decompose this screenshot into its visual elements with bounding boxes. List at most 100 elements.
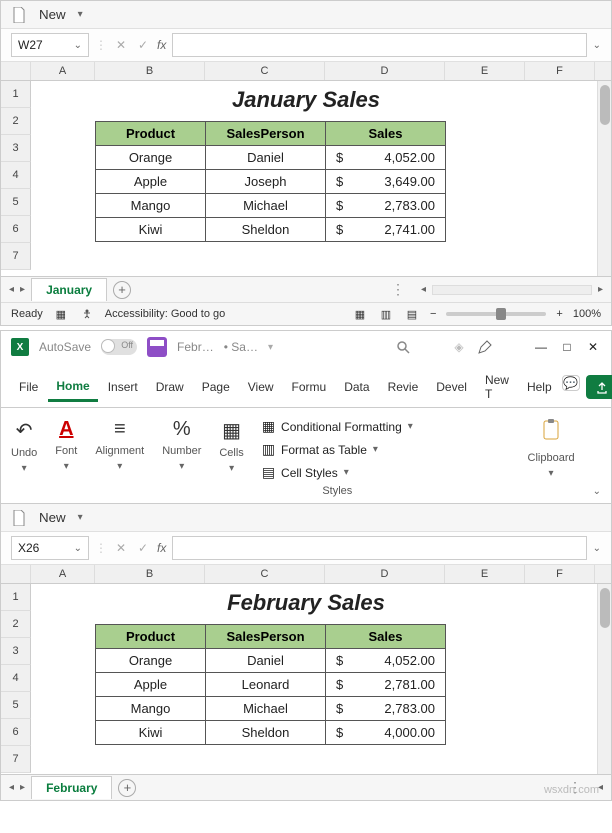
hscroll-left-icon[interactable]: ◂ (421, 284, 426, 295)
tab-nav-prev-icon[interactable]: ◂ (9, 782, 14, 793)
group-font[interactable]: A Font ▾ (55, 418, 77, 472)
macro-icon[interactable]: ▦ (53, 306, 69, 322)
formula-expand-icon[interactable]: ⌄ (593, 543, 601, 554)
tab-review[interactable]: Revie (380, 374, 427, 400)
row-5[interactable]: 5 (1, 692, 31, 719)
row-3[interactable]: 3 (1, 135, 31, 162)
share-button[interactable] (586, 375, 612, 399)
col-E[interactable]: E (445, 565, 525, 583)
table-row[interactable]: Kiwi Sheldon 4,000.00 (96, 721, 446, 745)
ribbon-collapse-icon[interactable]: ⌄ (593, 486, 601, 497)
zoom-in-icon[interactable]: + (556, 308, 562, 320)
chevron-down-icon[interactable]: ⌄ (74, 40, 82, 51)
cancel-icon[interactable]: ✕ (113, 37, 129, 53)
row-2[interactable]: 2 (1, 611, 31, 638)
page-break-icon[interactable]: ▤ (404, 306, 420, 322)
sheet-grid-2[interactable]: 1 2 3 4 5 6 7 February Sales Product Sal… (1, 584, 611, 774)
chevron-down-icon[interactable]: ▾ (408, 421, 413, 432)
new-sheet-button[interactable]: + (113, 281, 131, 299)
col-D[interactable]: D (325, 62, 445, 80)
group-number[interactable]: % Number ▾ (162, 418, 201, 472)
row-4[interactable]: 4 (1, 665, 31, 692)
vertical-scrollbar-2[interactable] (597, 584, 611, 774)
pen-icon[interactable] (477, 339, 493, 355)
chevron-down-icon[interactable]: ▾ (64, 461, 69, 472)
col-C[interactable]: C (205, 62, 325, 80)
tab-file[interactable]: File (11, 374, 46, 400)
formula-input[interactable] (172, 33, 586, 57)
row-1[interactable]: 1 (1, 584, 31, 611)
group-clipboard[interactable]: Clipboard ▾ (528, 418, 575, 479)
chevron-down-icon[interactable]: ⌄ (74, 543, 82, 554)
col-F[interactable]: F (525, 565, 595, 583)
cell-styles-button[interactable]: ▤ Cell Styles ▾ (262, 464, 413, 481)
maximize-icon[interactable]: □ (559, 339, 575, 355)
tab-developer[interactable]: Devel (428, 374, 475, 400)
name-box[interactable]: W27 ⌄ (11, 33, 89, 57)
col-D[interactable]: D (325, 565, 445, 583)
tab-draw[interactable]: Draw (148, 374, 192, 400)
group-undo[interactable]: ↶ Undo ▾ (11, 418, 37, 474)
table-row[interactable]: Orange Daniel 4,052.00 (96, 649, 446, 673)
fx-label[interactable]: fx (157, 38, 166, 52)
chevron-down-icon[interactable]: ▾ (229, 463, 234, 474)
table-row[interactable]: Orange Daniel 4,052.00 (96, 146, 446, 170)
number-icon[interactable]: % (173, 418, 191, 441)
confirm-icon[interactable]: ✓ (135, 540, 151, 556)
formula-expand-icon[interactable]: ⌄ (593, 40, 601, 51)
select-all-corner[interactable] (1, 62, 31, 80)
cancel-icon[interactable]: ✕ (113, 540, 129, 556)
tab-insert[interactable]: Insert (100, 374, 146, 400)
zoom-out-icon[interactable]: − (430, 308, 436, 320)
new-button[interactable]: New (33, 508, 72, 527)
tab-data[interactable]: Data (336, 374, 377, 400)
tab-new[interactable]: New T (477, 367, 517, 407)
table-row[interactable]: Mango Michael 2,783.00 (96, 697, 446, 721)
confirm-icon[interactable]: ✓ (135, 37, 151, 53)
col-B[interactable]: B (95, 62, 205, 80)
formula-input[interactable] (172, 536, 586, 560)
group-cells[interactable]: ▦ Cells ▾ (219, 418, 243, 474)
tab-help[interactable]: Help (519, 374, 560, 400)
accessibility-icon[interactable] (79, 306, 95, 322)
table-row[interactable]: Mango Michael 2,783.00 (96, 194, 446, 218)
fx-label[interactable]: fx (157, 541, 166, 555)
row-7[interactable]: 7 (1, 746, 31, 773)
chevron-down-icon[interactable]: ▾ (344, 467, 349, 478)
row-1[interactable]: 1 (1, 81, 31, 108)
tab-formulas[interactable]: Formu (284, 374, 335, 400)
row-5[interactable]: 5 (1, 189, 31, 216)
col-B[interactable]: B (95, 565, 205, 583)
horizontal-scrollbar[interactable] (432, 285, 592, 295)
group-alignment[interactable]: ≡ Alignment ▾ (95, 418, 144, 472)
row-4[interactable]: 4 (1, 162, 31, 189)
hscroll-right-icon[interactable]: ▸ (598, 284, 603, 295)
diamond-icon[interactable]: ◈ (451, 339, 467, 355)
alignment-icon[interactable]: ≡ (114, 418, 126, 441)
tab-home[interactable]: Home (48, 373, 97, 402)
row-2[interactable]: 2 (1, 108, 31, 135)
comments-icon[interactable]: 💬 (562, 375, 580, 391)
clipboard-icon[interactable] (541, 418, 561, 448)
new-button[interactable]: New (33, 5, 72, 24)
qat-dropdown-icon[interactable]: ▾ (78, 512, 83, 523)
row-7[interactable]: 7 (1, 243, 31, 270)
tab-page[interactable]: Page (194, 374, 238, 400)
conditional-formatting-button[interactable]: ▦ Conditional Formatting ▾ (262, 418, 413, 435)
tab-view[interactable]: View (240, 374, 282, 400)
table-row[interactable]: Apple Leonard 2,781.00 (96, 673, 446, 697)
cells-icon[interactable]: ▦ (222, 418, 241, 443)
minimize-icon[interactable]: — (533, 339, 549, 355)
format-as-table-button[interactable]: ▥ Format as Table ▾ (262, 441, 413, 458)
col-A[interactable]: A (31, 62, 95, 80)
sheet-grid[interactable]: 1 2 3 4 5 6 7 January Sales Product Sale… (1, 81, 611, 276)
font-icon[interactable]: A (59, 418, 73, 441)
table-row[interactable]: Kiwi Sheldon 2,741.00 (96, 218, 446, 242)
row-3[interactable]: 3 (1, 638, 31, 665)
row-6[interactable]: 6 (1, 719, 31, 746)
table-row[interactable]: Apple Joseph 3,649.00 (96, 170, 446, 194)
undo-icon[interactable]: ↶ (16, 418, 33, 443)
chevron-down-icon[interactable]: ▾ (549, 468, 554, 479)
new-sheet-button[interactable]: + (118, 779, 136, 797)
col-A[interactable]: A (31, 565, 95, 583)
